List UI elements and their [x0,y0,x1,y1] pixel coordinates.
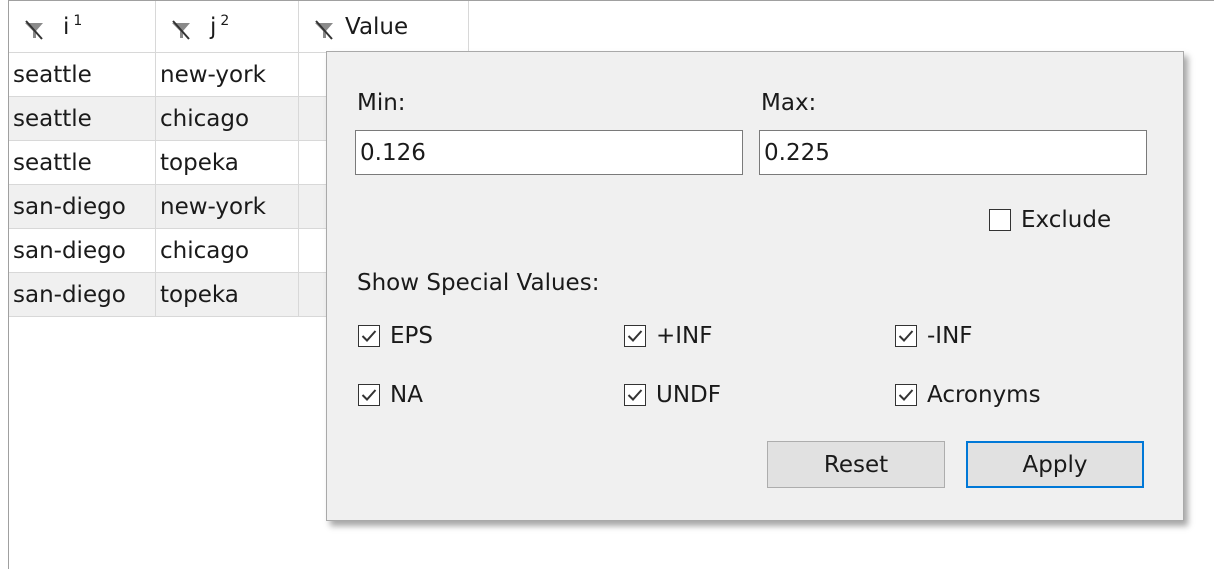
min-label: Min: [357,90,406,116]
column-header-j[interactable]: j2 [156,1,299,52]
na-checkbox[interactable]: NA [358,382,423,408]
checkbox-checked-icon[interactable] [358,325,380,347]
max-label: Max: [761,90,817,116]
checkbox-box[interactable] [989,209,1011,231]
filter-icon[interactable] [170,19,192,41]
column-header-i[interactable]: i1 [9,1,156,52]
undf-checkbox[interactable]: UNDF [624,382,721,408]
table-cell: seattle [9,97,156,140]
table-cell: chicago [156,229,299,272]
column-header-value[interactable]: Value [299,1,469,52]
acronyms-label: Acronyms [927,382,1041,408]
reset-button[interactable]: Reset [767,441,945,488]
special-values-label: Show Special Values: [357,270,600,296]
checkbox-checked-icon[interactable] [895,384,917,406]
value-filter-popup: Min: Max: Exclude Show Special Values: E… [326,51,1184,521]
table-cell: chicago [156,97,299,140]
eps-label: EPS [390,323,434,349]
max-input[interactable] [759,130,1147,175]
table-cell: san-diego [9,273,156,316]
checkbox-checked-icon[interactable] [358,384,380,406]
exclude-label: Exclude [1021,207,1112,233]
undf-label: UNDF [656,382,721,408]
checkbox-checked-icon[interactable] [624,384,646,406]
table-cell: new-york [156,53,299,96]
table-cell: seattle [9,141,156,184]
pinf-checkbox[interactable]: +INF [624,323,713,349]
apply-button[interactable]: Apply [966,441,1144,488]
na-label: NA [390,382,423,408]
table-header: i1 j2 Value [9,1,469,53]
acronyms-checkbox[interactable]: Acronyms [895,382,1041,408]
exclude-checkbox[interactable]: Exclude [989,207,1111,233]
table-cell: new-york [156,185,299,228]
column-header-label: Value [345,13,409,40]
minf-label: -INF [927,323,973,349]
column-header-label: i [63,13,70,40]
table-cell: topeka [156,273,299,316]
column-header-sup: 2 [220,12,230,29]
table-cell: san-diego [9,229,156,272]
filter-icon[interactable] [23,19,45,41]
table-cell: seattle [9,53,156,96]
table-cell: topeka [156,141,299,184]
checkbox-checked-icon[interactable] [624,325,646,347]
column-header-label: j [210,13,217,40]
filter-icon[interactable] [313,19,335,41]
eps-checkbox[interactable]: EPS [358,323,433,349]
pinf-label: +INF [656,323,713,349]
minf-checkbox[interactable]: -INF [895,323,973,349]
column-header-sup: 1 [73,12,83,29]
min-input[interactable] [355,130,743,175]
gams-data-viewer: i1 j2 Value seattle new-york seattle chi… [0,0,1214,569]
table-cell: san-diego [9,185,156,228]
checkbox-checked-icon[interactable] [895,325,917,347]
